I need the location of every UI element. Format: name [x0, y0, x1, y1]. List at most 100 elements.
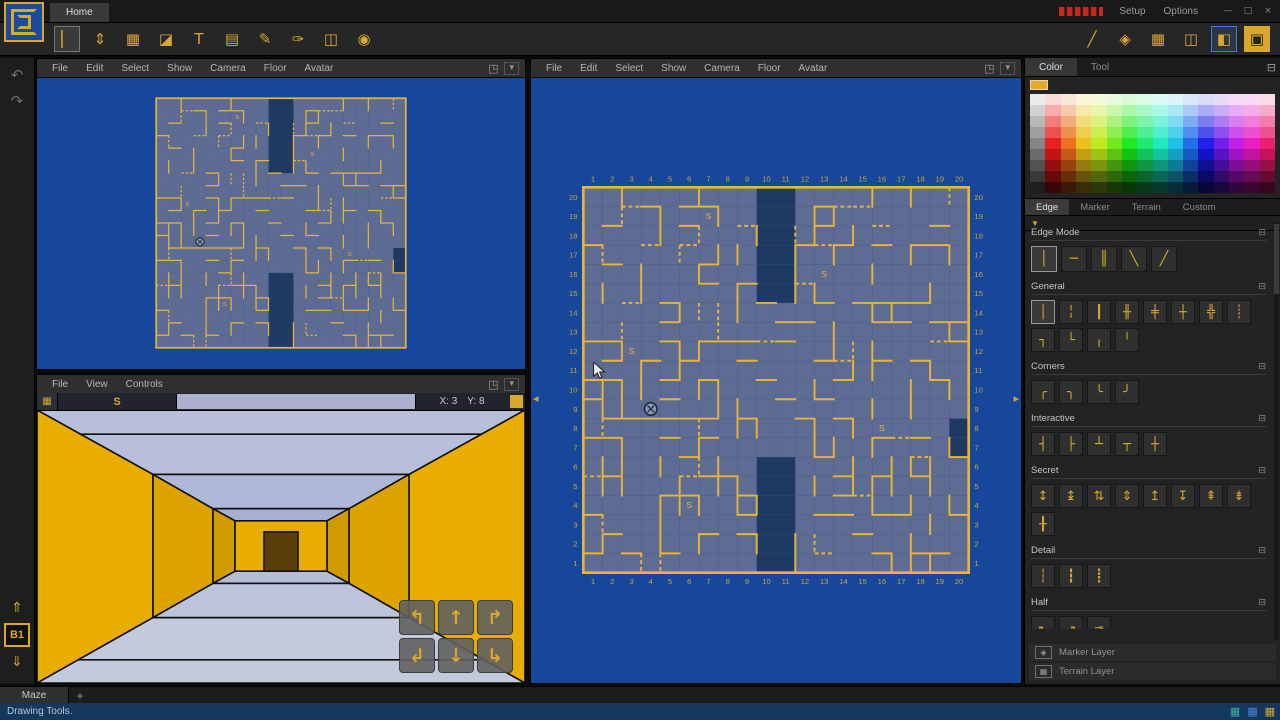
palette-swatch[interactable]	[1259, 138, 1275, 149]
edge-thick-wall[interactable]: ┃	[1087, 300, 1111, 324]
palette-swatch[interactable]	[1106, 149, 1122, 160]
collapse-icon[interactable]: ⊟	[1258, 414, 1266, 424]
palette-swatch[interactable]	[1198, 138, 1214, 149]
palette-swatch[interactable]	[1198, 171, 1214, 182]
collapse-icon[interactable]: ⊟	[1258, 546, 1266, 556]
palette-swatch[interactable]	[1183, 94, 1199, 105]
secret-passage-4[interactable]: ⇕	[1115, 484, 1139, 508]
palette-swatch[interactable]	[1167, 94, 1184, 105]
menu-item-avatar[interactable]: Avatar	[790, 63, 837, 74]
palette-swatch[interactable]	[1091, 138, 1107, 149]
door-right[interactable]: ├	[1059, 432, 1083, 456]
marker-layer-row[interactable]: ◈ Marker Layer	[1029, 644, 1276, 661]
palette-swatch[interactable]	[1167, 116, 1184, 127]
palette-swatch[interactable]	[1045, 149, 1061, 160]
palette-swatch[interactable]	[1075, 182, 1092, 193]
palette-swatch[interactable]	[1045, 94, 1061, 105]
door-down[interactable]: ┬	[1115, 432, 1139, 456]
palette-swatch[interactable]	[1167, 160, 1184, 171]
palette-swatch[interactable]	[1259, 160, 1275, 171]
palette-swatch[interactable]	[1060, 105, 1076, 116]
palette-swatch[interactable]	[1075, 116, 1092, 127]
panel-maximize-icon[interactable]: ◳	[484, 62, 502, 75]
palette-swatch[interactable]	[1091, 160, 1107, 171]
palette-swatch[interactable]	[1152, 182, 1168, 193]
palette-swatch[interactable]	[1137, 182, 1153, 193]
palette-swatch[interactable]	[1213, 149, 1230, 160]
palette-swatch[interactable]	[1137, 171, 1153, 182]
palette-swatch[interactable]	[1106, 105, 1122, 116]
secret-passage-9[interactable]: ╂	[1031, 512, 1055, 536]
palette-swatch[interactable]	[1121, 105, 1138, 116]
palette-swatch[interactable]	[1244, 138, 1260, 149]
menu-item-file[interactable]: File	[43, 379, 77, 390]
wall-horizontal[interactable]: ─	[1061, 246, 1087, 272]
palette-swatch[interactable]	[1030, 127, 1046, 138]
palette-swatch[interactable]	[1091, 171, 1107, 182]
palette-swatch[interactable]	[1183, 138, 1199, 149]
corner-round-tr[interactable]: ╮	[1059, 380, 1083, 404]
brush-tool[interactable]: ╱	[1079, 26, 1105, 52]
dungeon-view[interactable]: ↰ ↑ ↱ ↲ ↓ ↳	[37, 410, 525, 683]
map-tab-maze[interactable]: Maze	[0, 687, 69, 704]
wall-single[interactable]: │	[1031, 246, 1057, 272]
palette-swatch[interactable]	[1075, 160, 1092, 171]
layout-columns-tool[interactable]: ◫	[1178, 26, 1204, 52]
edge-stub-up[interactable]: ╵	[1115, 328, 1139, 352]
palette-swatch[interactable]	[1198, 149, 1214, 160]
palette-swatch[interactable]	[1045, 160, 1061, 171]
detail-1[interactable]: ┆	[1031, 564, 1055, 588]
scrollbar-thumb[interactable]	[1274, 224, 1279, 294]
palette-swatch[interactable]	[1152, 171, 1168, 182]
palette-swatch[interactable]	[1229, 160, 1245, 171]
palette-swatch[interactable]	[1060, 138, 1076, 149]
palette-swatch[interactable]	[1244, 94, 1260, 105]
palette-swatch[interactable]	[1137, 116, 1153, 127]
palette-swatch[interactable]	[1106, 182, 1122, 193]
status-blue-icon[interactable]: ▦	[1247, 705, 1257, 718]
wall-double[interactable]: ║	[1091, 246, 1117, 272]
mode-tab-edge[interactable]: Edge	[1025, 199, 1070, 215]
edge-corner-ne[interactable]: ┐	[1031, 328, 1055, 352]
palette-swatch[interactable]	[1259, 182, 1275, 193]
palette-swatch[interactable]	[1152, 127, 1168, 138]
turn-right-button[interactable]: ↱	[477, 600, 513, 635]
palette-swatch[interactable]	[1198, 160, 1214, 171]
palette-swatch[interactable]	[1213, 138, 1230, 149]
layout-quad-tool[interactable]: ◧	[1211, 25, 1237, 52]
tab-color[interactable]: Color	[1025, 58, 1077, 76]
palette-swatch[interactable]	[1137, 138, 1153, 149]
palette-swatch[interactable]	[1137, 127, 1153, 138]
palette-swatch[interactable]	[1106, 127, 1122, 138]
palette-swatch[interactable]	[1060, 171, 1076, 182]
detail-2[interactable]: ┇	[1059, 564, 1083, 588]
palette-swatch[interactable]	[1259, 171, 1275, 182]
floor-up-button[interactable]: ⇑	[11, 600, 23, 616]
secret-passage-5[interactable]: ↥	[1143, 484, 1167, 508]
palette-swatch[interactable]	[1244, 105, 1260, 116]
panel-maximize-icon[interactable]: ◳	[484, 378, 502, 391]
door-tool[interactable]: ◫	[318, 26, 344, 52]
secret-passage-7[interactable]: ⇞	[1199, 484, 1223, 508]
panel-options-icon[interactable]: ▾	[1000, 61, 1015, 75]
palette-swatch[interactable]	[1259, 94, 1275, 105]
strafe-right-button[interactable]: ↳	[477, 638, 513, 673]
scroll-left-icon[interactable]: ◂	[533, 392, 539, 405]
palette-swatch[interactable]	[1244, 182, 1260, 193]
palette-swatch[interactable]	[1167, 171, 1184, 182]
panel-maximize-icon[interactable]: ◳	[980, 62, 998, 75]
palette-swatch[interactable]	[1229, 127, 1245, 138]
wall-diagonal-back[interactable]: ╲	[1121, 246, 1147, 272]
palette-swatch[interactable]	[1075, 171, 1092, 182]
tab-tool[interactable]: Tool	[1077, 58, 1123, 76]
palette-swatch[interactable]	[1045, 182, 1061, 193]
corner-round-br[interactable]: ╯	[1115, 380, 1139, 404]
palette-swatch[interactable]	[1244, 116, 1260, 127]
palette-swatch[interactable]	[1137, 149, 1153, 160]
palette-swatch[interactable]	[1167, 182, 1184, 193]
palette-swatch[interactable]	[1152, 94, 1168, 105]
turn-left-button[interactable]: ↰	[399, 600, 435, 635]
palette-swatch[interactable]	[1229, 105, 1245, 116]
palette-swatch[interactable]	[1060, 116, 1076, 127]
palette-swatch[interactable]	[1030, 116, 1046, 127]
